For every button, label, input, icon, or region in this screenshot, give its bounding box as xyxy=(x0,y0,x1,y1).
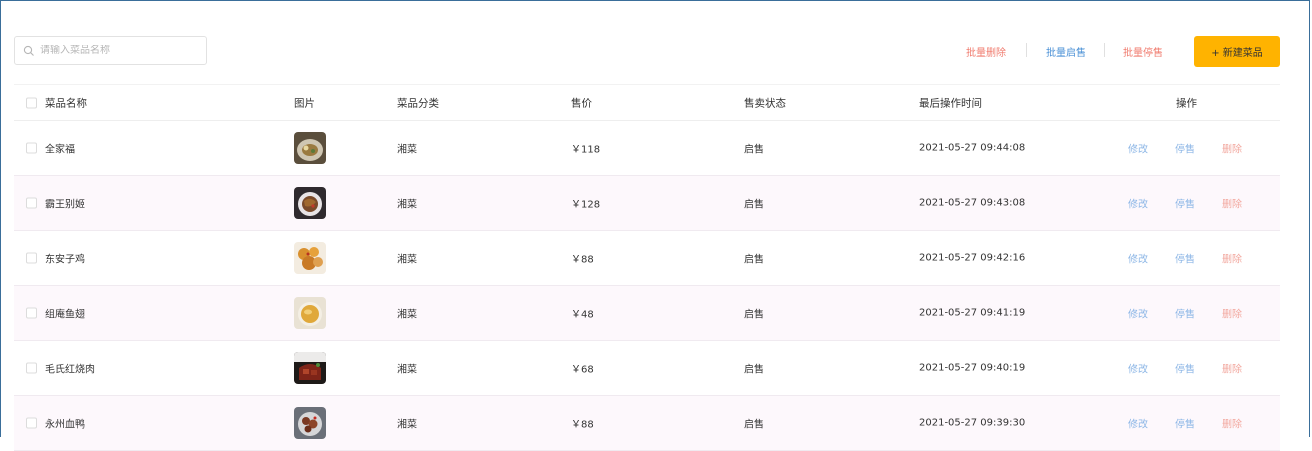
table-row: 东安子鸡 湘菜 ￥88 启售 2021-05-27 09:42:16 修改 停售… xyxy=(14,231,1280,286)
disable-button[interactable]: 停售 xyxy=(1175,196,1195,211)
search-box[interactable] xyxy=(14,36,207,65)
dish-price: ￥128 xyxy=(571,199,601,211)
dish-price: ￥68 xyxy=(571,364,594,376)
batch-delete-button[interactable]: 批量删除 xyxy=(966,44,1006,59)
dish-name: 永州血鸭 xyxy=(45,419,85,431)
dish-name: 全家福 xyxy=(45,144,75,156)
header-price: 售价 xyxy=(571,97,592,109)
edit-button[interactable]: 修改 xyxy=(1128,196,1148,211)
table-row: 全家福 湘菜 ￥118 启售 2021-05-27 09:44:08 修改 停售… xyxy=(14,121,1280,176)
delete-button[interactable]: 删除 xyxy=(1222,416,1242,431)
header-category: 菜品分类 xyxy=(397,97,439,109)
dish-updated: 2021-05-27 09:41:19 xyxy=(919,307,1026,319)
delete-button[interactable]: 删除 xyxy=(1222,306,1242,321)
header-status: 售卖状态 xyxy=(744,97,786,109)
dish-category: 湘菜 xyxy=(397,199,417,211)
edit-button[interactable]: 修改 xyxy=(1128,306,1148,321)
dish-status: 启售 xyxy=(744,144,764,156)
dish-category: 湘菜 xyxy=(397,254,417,266)
dish-photo-icon xyxy=(294,242,326,274)
row-checkbox[interactable] xyxy=(26,197,37,209)
dish-status: 启售 xyxy=(744,254,764,266)
table-row: 组庵鱼翅 湘菜 ￥48 启售 2021-05-27 09:41:19 修改 停售… xyxy=(14,286,1280,341)
dish-updated: 2021-05-27 09:44:08 xyxy=(919,142,1026,154)
dish-price: ￥88 xyxy=(571,419,594,431)
dish-table: 菜品名称 图片 菜品分类 售价 售卖状态 最后操作时间 操作 全家福 湘菜 ￥1… xyxy=(14,84,1280,451)
dish-name: 组庵鱼翅 xyxy=(45,309,85,321)
divider xyxy=(1104,43,1105,57)
dish-updated: 2021-05-27 09:42:16 xyxy=(919,252,1026,264)
row-checkbox[interactable] xyxy=(26,142,37,154)
batch-enable-button[interactable]: 批量启售 xyxy=(1046,44,1086,59)
row-checkbox[interactable] xyxy=(26,417,37,429)
edit-button[interactable]: 修改 xyxy=(1128,141,1148,156)
dish-photo-icon xyxy=(294,297,326,329)
header-updated: 最后操作时间 xyxy=(919,97,982,109)
dish-price: ￥88 xyxy=(571,254,594,266)
dish-photo-icon xyxy=(294,132,326,164)
dish-updated: 2021-05-27 09:39:30 xyxy=(919,417,1026,429)
search-icon xyxy=(23,45,35,57)
header-image: 图片 xyxy=(294,97,315,109)
select-all-checkbox[interactable] xyxy=(26,97,37,108)
table-row: 霸王别姬 湘菜 ￥128 启售 2021-05-27 09:43:08 修改 停… xyxy=(14,176,1280,231)
edit-button[interactable]: 修改 xyxy=(1128,251,1148,266)
dish-status: 启售 xyxy=(744,364,764,376)
divider xyxy=(1026,43,1027,57)
table-row: 永州血鸭 湘菜 ￥88 启售 2021-05-27 09:39:30 修改 停售… xyxy=(14,396,1280,451)
dish-category: 湘菜 xyxy=(397,364,417,376)
dish-category: 湘菜 xyxy=(397,419,417,431)
dish-category: 湘菜 xyxy=(397,144,417,156)
disable-button[interactable]: 停售 xyxy=(1175,361,1195,376)
dish-photo-icon xyxy=(294,352,326,384)
dish-updated: 2021-05-27 09:40:19 xyxy=(919,362,1026,374)
dish-status: 启售 xyxy=(744,309,764,321)
header-actions: 操作 xyxy=(1176,97,1197,109)
dish-price: ￥118 xyxy=(571,144,601,156)
dish-price: ￥48 xyxy=(571,309,594,321)
disable-button[interactable]: 停售 xyxy=(1175,251,1195,266)
delete-button[interactable]: 删除 xyxy=(1222,251,1242,266)
header-name: 菜品名称 xyxy=(45,97,87,109)
dish-management-panel: 批量删除 批量启售 批量停售 + 新建菜品 菜品名称 图片 菜品分类 售价 售卖… xyxy=(0,0,1310,451)
dish-status: 启售 xyxy=(744,419,764,431)
dish-photo-icon xyxy=(294,187,326,219)
row-checkbox[interactable] xyxy=(26,362,37,374)
table-header: 菜品名称 图片 菜品分类 售价 售卖状态 最后操作时间 操作 xyxy=(14,84,1280,121)
batch-disable-button[interactable]: 批量停售 xyxy=(1123,44,1163,59)
row-checkbox[interactable] xyxy=(26,252,37,264)
dish-name: 东安子鸡 xyxy=(45,254,85,266)
table-row: 毛氏红烧肉 湘菜 ￥68 启售 2021-05-27 09:40:19 修改 停… xyxy=(14,341,1280,396)
delete-button[interactable]: 删除 xyxy=(1222,196,1242,211)
disable-button[interactable]: 停售 xyxy=(1175,141,1195,156)
dish-category: 湘菜 xyxy=(397,309,417,321)
edit-button[interactable]: 修改 xyxy=(1128,361,1148,376)
row-checkbox[interactable] xyxy=(26,307,37,319)
dish-updated: 2021-05-27 09:43:08 xyxy=(919,197,1026,209)
delete-button[interactable]: 删除 xyxy=(1222,361,1242,376)
disable-button[interactable]: 停售 xyxy=(1175,306,1195,321)
delete-button[interactable]: 删除 xyxy=(1222,141,1242,156)
disable-button[interactable]: 停售 xyxy=(1175,416,1195,431)
search-input[interactable] xyxy=(40,45,190,56)
new-dish-button[interactable]: + 新建菜品 xyxy=(1194,36,1280,67)
dish-photo-icon xyxy=(294,407,326,439)
toolbar: 批量删除 批量启售 批量停售 + 新建菜品 xyxy=(14,36,1280,67)
dish-name: 霸王别姬 xyxy=(45,199,85,211)
edit-button[interactable]: 修改 xyxy=(1128,416,1148,431)
dish-status: 启售 xyxy=(744,199,764,211)
dish-name: 毛氏红烧肉 xyxy=(45,364,95,376)
